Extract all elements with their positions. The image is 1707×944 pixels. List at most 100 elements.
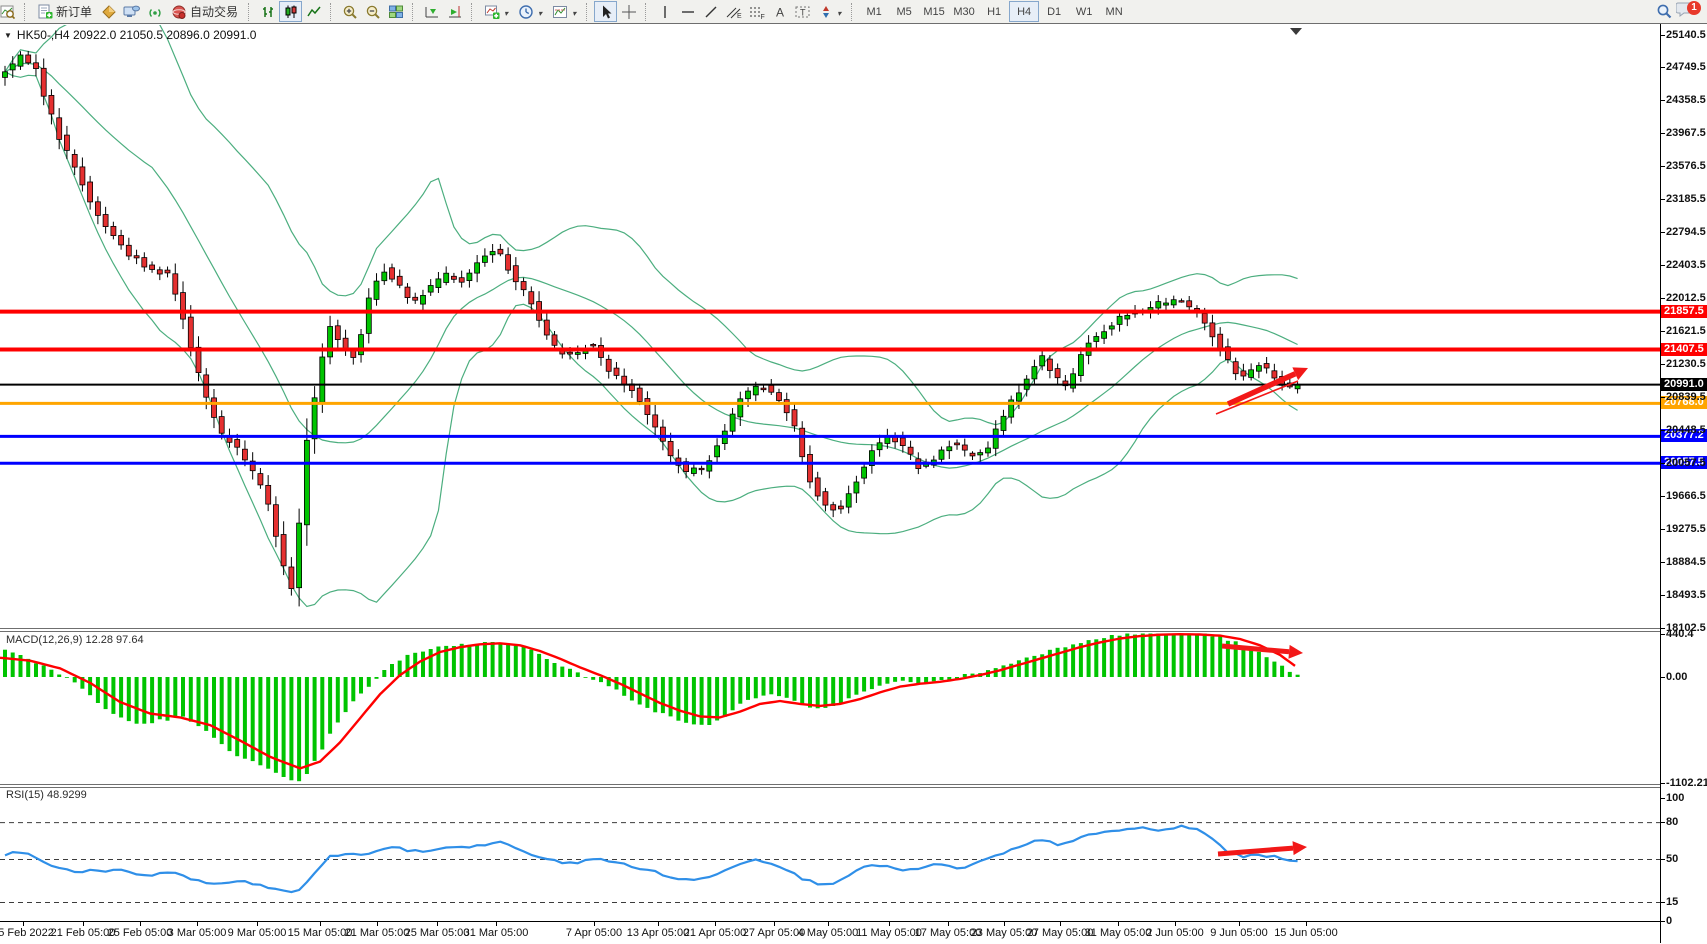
macd-histogram-bar bbox=[754, 677, 758, 698]
candle-body bbox=[328, 327, 333, 357]
tile-windows-button[interactable] bbox=[384, 1, 407, 22]
zoom-in-button[interactable] bbox=[338, 1, 361, 22]
timeframe-mn-button[interactable]: MN bbox=[1099, 1, 1129, 22]
dropdown-caret-icon bbox=[571, 5, 576, 19]
timeframe-m1-button[interactable]: M1 bbox=[859, 1, 889, 22]
notification-badge[interactable]: 1 bbox=[1687, 1, 1701, 15]
new-order-button[interactable]: 新订单 bbox=[32, 1, 97, 22]
timeframe-w1-button[interactable]: W1 bbox=[1069, 1, 1099, 22]
arrows-tool-button[interactable] bbox=[814, 1, 846, 22]
time-tick bbox=[594, 922, 595, 926]
candlestick-chart-button[interactable] bbox=[279, 1, 302, 22]
annotation-arrow[interactable] bbox=[1228, 374, 1295, 404]
terminal-button[interactable] bbox=[120, 1, 143, 22]
candle-body bbox=[653, 415, 658, 427]
search-button[interactable] bbox=[1653, 1, 1676, 22]
macd-histogram-bar bbox=[235, 677, 239, 756]
candle-body bbox=[955, 443, 960, 445]
candle-body bbox=[212, 398, 217, 418]
vertical-line-button[interactable] bbox=[653, 1, 676, 22]
candle-body bbox=[366, 298, 371, 333]
pane-separator[interactable] bbox=[0, 784, 1660, 788]
chart-shift-button[interactable] bbox=[443, 1, 466, 22]
periods-button[interactable] bbox=[513, 1, 547, 22]
macd-histogram-bar bbox=[653, 677, 657, 712]
auto-trading-button[interactable]: 自动交易 bbox=[166, 1, 243, 22]
cursor-button[interactable] bbox=[594, 1, 617, 22]
macd-histogram-bar bbox=[297, 677, 301, 781]
pane-separator[interactable] bbox=[0, 628, 1660, 632]
candle-body bbox=[72, 154, 77, 167]
line-chart-button[interactable] bbox=[302, 1, 325, 22]
price-tick-label: 21230.5 bbox=[1666, 358, 1706, 370]
bar-chart-button[interactable] bbox=[256, 1, 279, 22]
timeframe-m15-button[interactable]: M15 bbox=[919, 1, 949, 22]
rsi-tick-label: 100 bbox=[1666, 792, 1684, 804]
zoom-out-button[interactable] bbox=[361, 1, 384, 22]
trendline-button[interactable] bbox=[699, 1, 722, 22]
horizontal-line-button[interactable] bbox=[676, 1, 699, 22]
timeframe-m30-button[interactable]: M30 bbox=[949, 1, 979, 22]
auto-scroll-button[interactable] bbox=[420, 1, 443, 22]
price-tick-label: 20839.5 bbox=[1666, 391, 1706, 403]
candle-body bbox=[498, 249, 503, 254]
fibonacci-button[interactable]: F bbox=[745, 1, 768, 22]
macd-histogram-bar bbox=[166, 677, 170, 721]
annotation-trendline[interactable] bbox=[1216, 381, 1298, 414]
new-chart-button[interactable] bbox=[479, 1, 513, 22]
macd-histogram-bar bbox=[1288, 672, 1292, 677]
candle-body bbox=[769, 385, 774, 392]
price-tick-dash bbox=[1661, 298, 1665, 299]
macd-histogram-bar bbox=[893, 677, 897, 682]
crosshair-button[interactable] bbox=[617, 1, 640, 22]
time-tick-label: 7 Apr 05:00 bbox=[566, 927, 622, 939]
price-tick-dash bbox=[1661, 232, 1665, 233]
annotation-arrow[interactable] bbox=[1222, 646, 1289, 652]
macd-histogram-bar bbox=[885, 677, 889, 684]
time-tick-label: 21 Mar 05:00 bbox=[345, 927, 410, 939]
macd-canvas[interactable] bbox=[0, 632, 1660, 784]
shift-marker-icon[interactable] bbox=[1290, 28, 1302, 35]
macd-tick-dash bbox=[1661, 677, 1665, 678]
candle-body bbox=[568, 352, 573, 354]
candle-body bbox=[436, 279, 441, 288]
price-tick-label: 22012.5 bbox=[1666, 292, 1706, 304]
timeframe-h4-button[interactable]: H4 bbox=[1009, 1, 1039, 22]
signals-button[interactable] bbox=[143, 1, 166, 22]
macd-histogram-bar bbox=[1102, 638, 1106, 677]
macd-histogram-bar bbox=[49, 670, 53, 677]
price-tick-dash bbox=[1661, 364, 1665, 365]
macd-histogram-bar bbox=[762, 677, 766, 696]
timeframe-m5-button[interactable]: M5 bbox=[889, 1, 919, 22]
macd-histogram-bar bbox=[173, 677, 177, 718]
computer-cloud-icon bbox=[123, 4, 140, 20]
chat-button[interactable]: 1 bbox=[1676, 0, 1695, 23]
metaeditor-button[interactable] bbox=[97, 1, 120, 22]
annotation-arrow[interactable] bbox=[1218, 848, 1293, 854]
rsi-tick-label: 15 bbox=[1666, 896, 1678, 908]
macd-histogram-bar bbox=[460, 644, 464, 677]
rsi-canvas[interactable] bbox=[0, 787, 1660, 921]
timeframe-h1-button[interactable]: H1 bbox=[979, 1, 1009, 22]
templates-button[interactable] bbox=[547, 1, 581, 22]
time-tick-label: 25 Mar 05:00 bbox=[405, 927, 470, 939]
crosshair-icon bbox=[621, 4, 637, 20]
macd-histogram-bar bbox=[228, 677, 232, 751]
profiles-button[interactable] bbox=[0, 1, 19, 22]
equidistant-channel-button[interactable]: E bbox=[722, 1, 745, 22]
text-button[interactable]: A bbox=[768, 1, 791, 22]
main-chart-canvas[interactable] bbox=[0, 25, 1660, 628]
collapse-icon[interactable]: ▼ bbox=[4, 31, 12, 40]
macd-histogram-bar bbox=[870, 677, 874, 689]
candle-body bbox=[1016, 393, 1021, 401]
profile-chart-icon bbox=[0, 4, 15, 20]
time-axis[interactable]: 15 Feb 202221 Feb 05:0025 Feb 05:003 Mar… bbox=[0, 921, 1660, 944]
timeframe-d1-button[interactable]: D1 bbox=[1039, 1, 1069, 22]
candle-body bbox=[413, 297, 418, 300]
price-axis[interactable]: 21857.521407.520991.020768.020377.220057… bbox=[1660, 24, 1707, 943]
macd-histogram-bar bbox=[1203, 634, 1207, 678]
candle-body bbox=[1171, 300, 1176, 305]
auto-trading-label: 自动交易 bbox=[190, 3, 238, 20]
candle-body bbox=[808, 454, 813, 482]
text-label-button[interactable]: T bbox=[791, 1, 814, 22]
